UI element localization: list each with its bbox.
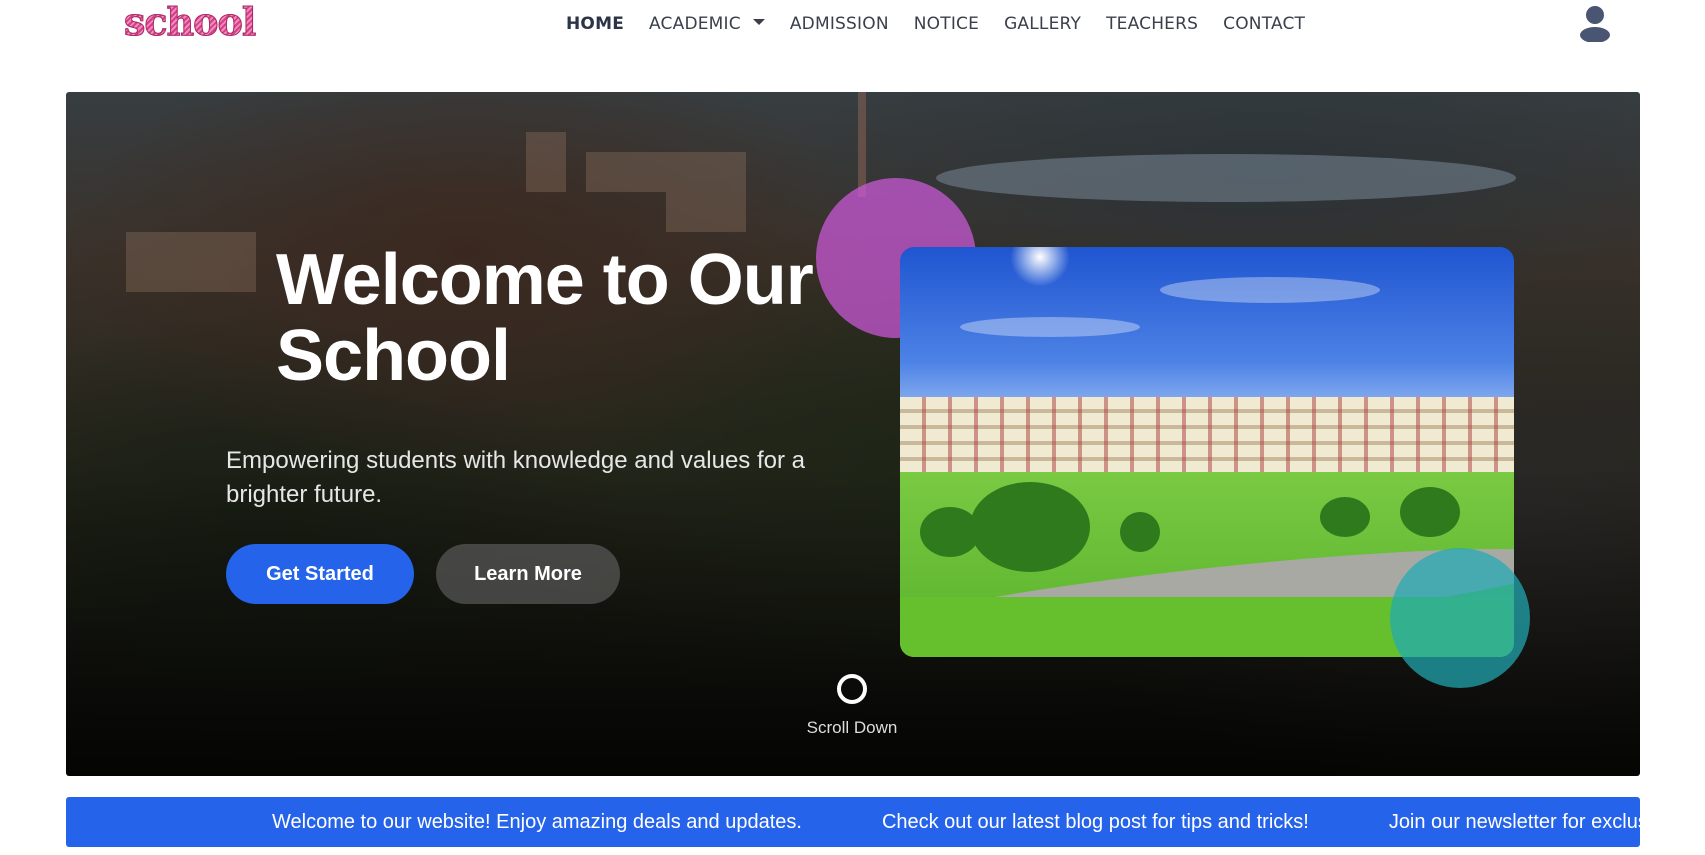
hero-banner: Welcome to Our School Empowering student…	[66, 92, 1640, 776]
nav-item-admission[interactable]: ADMISSION	[790, 14, 889, 34]
nav-item-gallery[interactable]: GALLERY	[1004, 14, 1081, 34]
tree	[970, 482, 1090, 572]
nav-item-academic-label: ACADEMIC	[649, 14, 741, 34]
navbar: school HOME ACADEMIC ADMISSION NOTICE GA…	[0, 0, 1705, 56]
school-building-windows	[900, 397, 1514, 477]
scroll-down-indicator[interactable]: Scroll Down	[802, 674, 902, 738]
tree	[1400, 487, 1460, 537]
nav-item-contact[interactable]: CONTACT	[1223, 14, 1305, 34]
main-nav: HOME ACADEMIC ADMISSION NOTICE GALLERY T…	[566, 12, 1330, 36]
decorative-teal-circle	[1390, 548, 1530, 688]
background-chimney	[858, 92, 866, 197]
site-logo[interactable]: school	[123, 0, 256, 44]
ticker-item: Join our newsletter for exclusive offers…	[1388, 810, 1640, 833]
nav-item-academic[interactable]: ACADEMIC	[649, 14, 765, 34]
background-lake	[936, 154, 1516, 202]
ticker-item: Welcome to our website! Enjoy amazing de…	[272, 810, 802, 833]
learn-more-button[interactable]: Learn More	[436, 544, 620, 604]
background-building	[666, 192, 746, 232]
user-icon[interactable]	[1578, 4, 1612, 43]
nav-item-teachers[interactable]: TEACHERS	[1106, 14, 1198, 34]
ticker-item: Check out our latest blog post for tips …	[881, 810, 1309, 833]
background-building	[526, 132, 566, 192]
hero-subtitle: Empowering students with knowledge and v…	[226, 447, 805, 508]
chevron-down-icon	[752, 19, 765, 25]
cloud	[960, 317, 1140, 337]
tree	[1320, 497, 1370, 537]
hero-title: Welcome to Our School	[276, 240, 814, 396]
announcement-ticker: Welcome to our website! Enjoy amazing de…	[66, 797, 1640, 847]
background-building	[586, 152, 746, 192]
tree	[1120, 512, 1160, 552]
scroll-down-label: Scroll Down	[806, 718, 898, 737]
cloud	[1160, 277, 1380, 303]
get-started-button[interactable]: Get Started	[226, 544, 414, 604]
nav-item-notice[interactable]: NOTICE	[914, 14, 979, 34]
nav-item-home[interactable]: HOME	[566, 14, 624, 34]
scroll-ring-icon	[837, 674, 867, 704]
sun-glare	[1010, 247, 1070, 287]
background-building	[126, 232, 256, 292]
ticker-track: Welcome to our website! Enjoy amazing de…	[272, 797, 1640, 847]
tree	[920, 507, 980, 557]
